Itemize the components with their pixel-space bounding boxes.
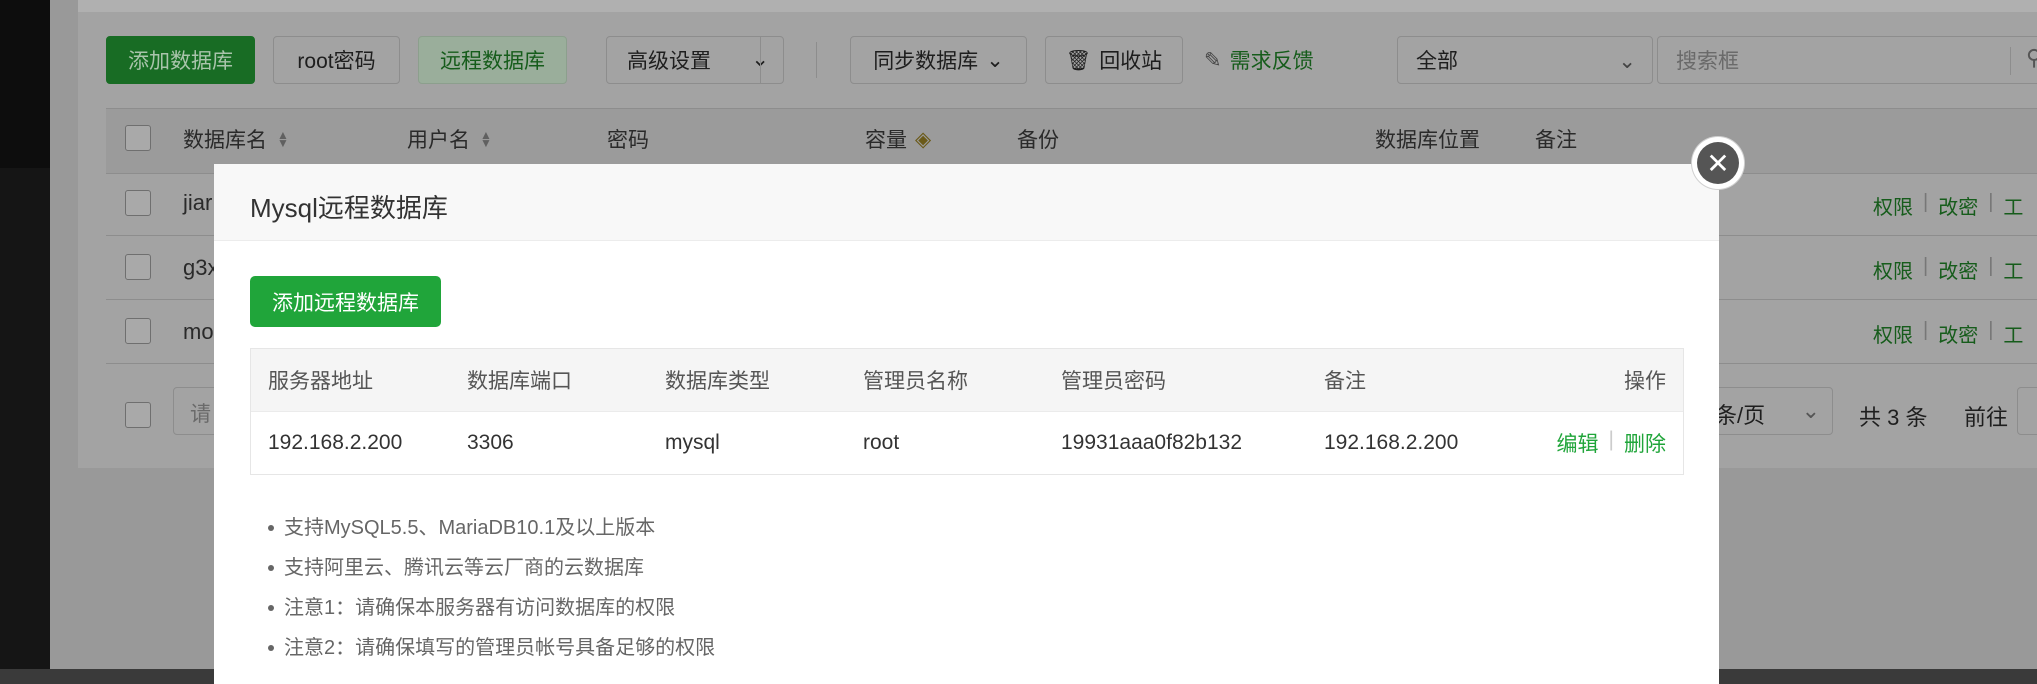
col-backup: 备份	[1017, 129, 1059, 152]
sort-icon: ▲ ▼	[480, 128, 492, 150]
eye-icon[interactable]: ◈	[915, 127, 931, 152]
cell-type: mysql	[665, 431, 720, 454]
edit-link[interactable]: 编辑	[1557, 428, 1599, 458]
note-item: 支持MySQL5.5、MariaDB10.1及以上版本	[267, 508, 715, 548]
modal-header: Mysql远程数据库	[214, 164, 1719, 241]
page-size-select[interactable]: 条/页 ⌄	[1700, 387, 1833, 435]
toolbar-divider	[816, 42, 817, 78]
goto-label: 前往	[1964, 405, 2009, 430]
sync-database-button[interactable]: 同步数据库 ⌄	[850, 36, 1027, 84]
row-actions: 权限 | 改密 | 工	[1873, 191, 2024, 220]
notes-list: 支持MySQL5.5、MariaDB10.1及以上版本 支持阿里云、腾讯云等云厂…	[262, 508, 715, 668]
search-input[interactable]: 搜索框 ⚲	[1657, 36, 2037, 84]
tools-link[interactable]: 工	[2003, 191, 2023, 220]
row-db-name: mo	[183, 319, 214, 344]
permission-link[interactable]: 权限	[1873, 255, 1913, 284]
col-port: 数据库端口	[467, 370, 572, 393]
remote-db-table: 服务器地址 数据库端口 数据库类型 管理员名称 管理员密码 备注 操作 192.…	[250, 348, 1684, 475]
row-checkbox[interactable]	[125, 254, 151, 280]
cell-host: 192.168.2.200	[268, 431, 403, 454]
total-count: 共 3 条	[1859, 405, 1928, 430]
cell-port: 3306	[467, 431, 514, 454]
chevron-down-icon: ⌄	[1618, 50, 1636, 73]
change-password-link[interactable]: 改密	[1938, 319, 1978, 348]
col-db-name[interactable]: 数据库名 ▲ ▼	[183, 124, 289, 154]
tools-link[interactable]: 工	[2003, 319, 2023, 348]
remote-database-modal: Mysql远程数据库 添加远程数据库 服务器地址 数据库端口 数据库类型 管理员…	[214, 164, 1719, 684]
row-checkbox[interactable]	[125, 318, 151, 344]
row-actions: 编辑 | 删除	[1556, 428, 1666, 458]
change-password-link[interactable]: 改密	[1938, 255, 1978, 284]
note-item: 注意1：请确保本服务器有访问数据库的权限	[267, 588, 715, 628]
cell-remark: 192.168.2.200	[1324, 431, 1459, 454]
trash-icon: 🗑	[1065, 49, 1092, 72]
close-modal-button[interactable]: ✕	[1692, 137, 1744, 189]
col-username[interactable]: 用户名 ▲ ▼	[407, 124, 492, 154]
filter-select[interactable]: 全部 ⌄	[1397, 36, 1653, 84]
chevron-down-icon: ⌄	[1801, 398, 1820, 423]
goto-page-input[interactable]	[2017, 387, 2037, 435]
col-location: 数据库位置	[1375, 129, 1480, 152]
permission-link[interactable]: 权限	[1873, 319, 1913, 348]
row-actions: 权限 | 改密 | 工	[1873, 319, 2024, 348]
edit-note-icon: ✎	[1204, 48, 1222, 72]
add-remote-database-button[interactable]: 添加远程数据库	[250, 276, 441, 327]
sidebar	[0, 0, 50, 669]
sort-icon: ▲ ▼	[277, 128, 289, 150]
col-password: 密码	[607, 129, 649, 152]
row-actions: 权限 | 改密 | 工	[1873, 255, 2024, 284]
col-remark: 备注	[1535, 129, 1577, 152]
delete-link[interactable]: 删除	[1624, 428, 1666, 458]
note-item: 注意2：请确保填写的管理员帐号具备足够的权限	[267, 628, 715, 668]
recycle-bin-button[interactable]: 🗑 回收站	[1045, 36, 1183, 84]
feedback-link[interactable]: ✎ 需求反馈	[1204, 42, 1314, 78]
col-actions: 操作	[1624, 370, 1666, 393]
change-password-link[interactable]: 改密	[1938, 191, 1978, 220]
cell-password: 19931aaa0f82b132	[1061, 431, 1243, 454]
select-all-checkbox[interactable]	[125, 125, 151, 151]
row-db-name: jiar	[183, 190, 213, 215]
batch-checkbox[interactable]	[125, 402, 151, 428]
permission-link[interactable]: 权限	[1873, 191, 1913, 220]
remote-database-button[interactable]: 远程数据库	[418, 36, 567, 84]
tools-link[interactable]: 工	[2003, 255, 2023, 284]
modal-title: Mysql远程数据库	[250, 193, 448, 223]
cell-admin: root	[863, 431, 900, 454]
col-server-address: 服务器地址	[268, 370, 373, 393]
row-checkbox[interactable]	[125, 190, 151, 216]
col-admin-name: 管理员名称	[863, 370, 968, 393]
advanced-settings-dropdown[interactable]: 高级设置 ⌄	[606, 36, 784, 84]
add-database-button[interactable]: 添加数据库	[106, 36, 255, 84]
search-icon: ⚲	[2026, 45, 2037, 70]
col-capacity: 容量 ◈	[865, 127, 932, 153]
chevron-down-icon: ⌄	[986, 48, 1004, 72]
remote-db-table-header: 服务器地址 数据库端口 数据库类型 管理员名称 管理员密码 备注 操作	[251, 349, 1683, 412]
root-password-button[interactable]: root密码	[273, 36, 400, 84]
table-row: 192.168.2.200 3306 mysql root 19931aaa0f…	[251, 412, 1683, 474]
col-admin-password: 管理员密码	[1061, 370, 1166, 393]
note-item: 支持阿里云、腾讯云等云厂商的云数据库	[267, 548, 715, 588]
col-db-type: 数据库类型	[665, 370, 770, 393]
col-remark: 备注	[1324, 370, 1366, 393]
close-icon: ✕	[1697, 142, 1739, 184]
